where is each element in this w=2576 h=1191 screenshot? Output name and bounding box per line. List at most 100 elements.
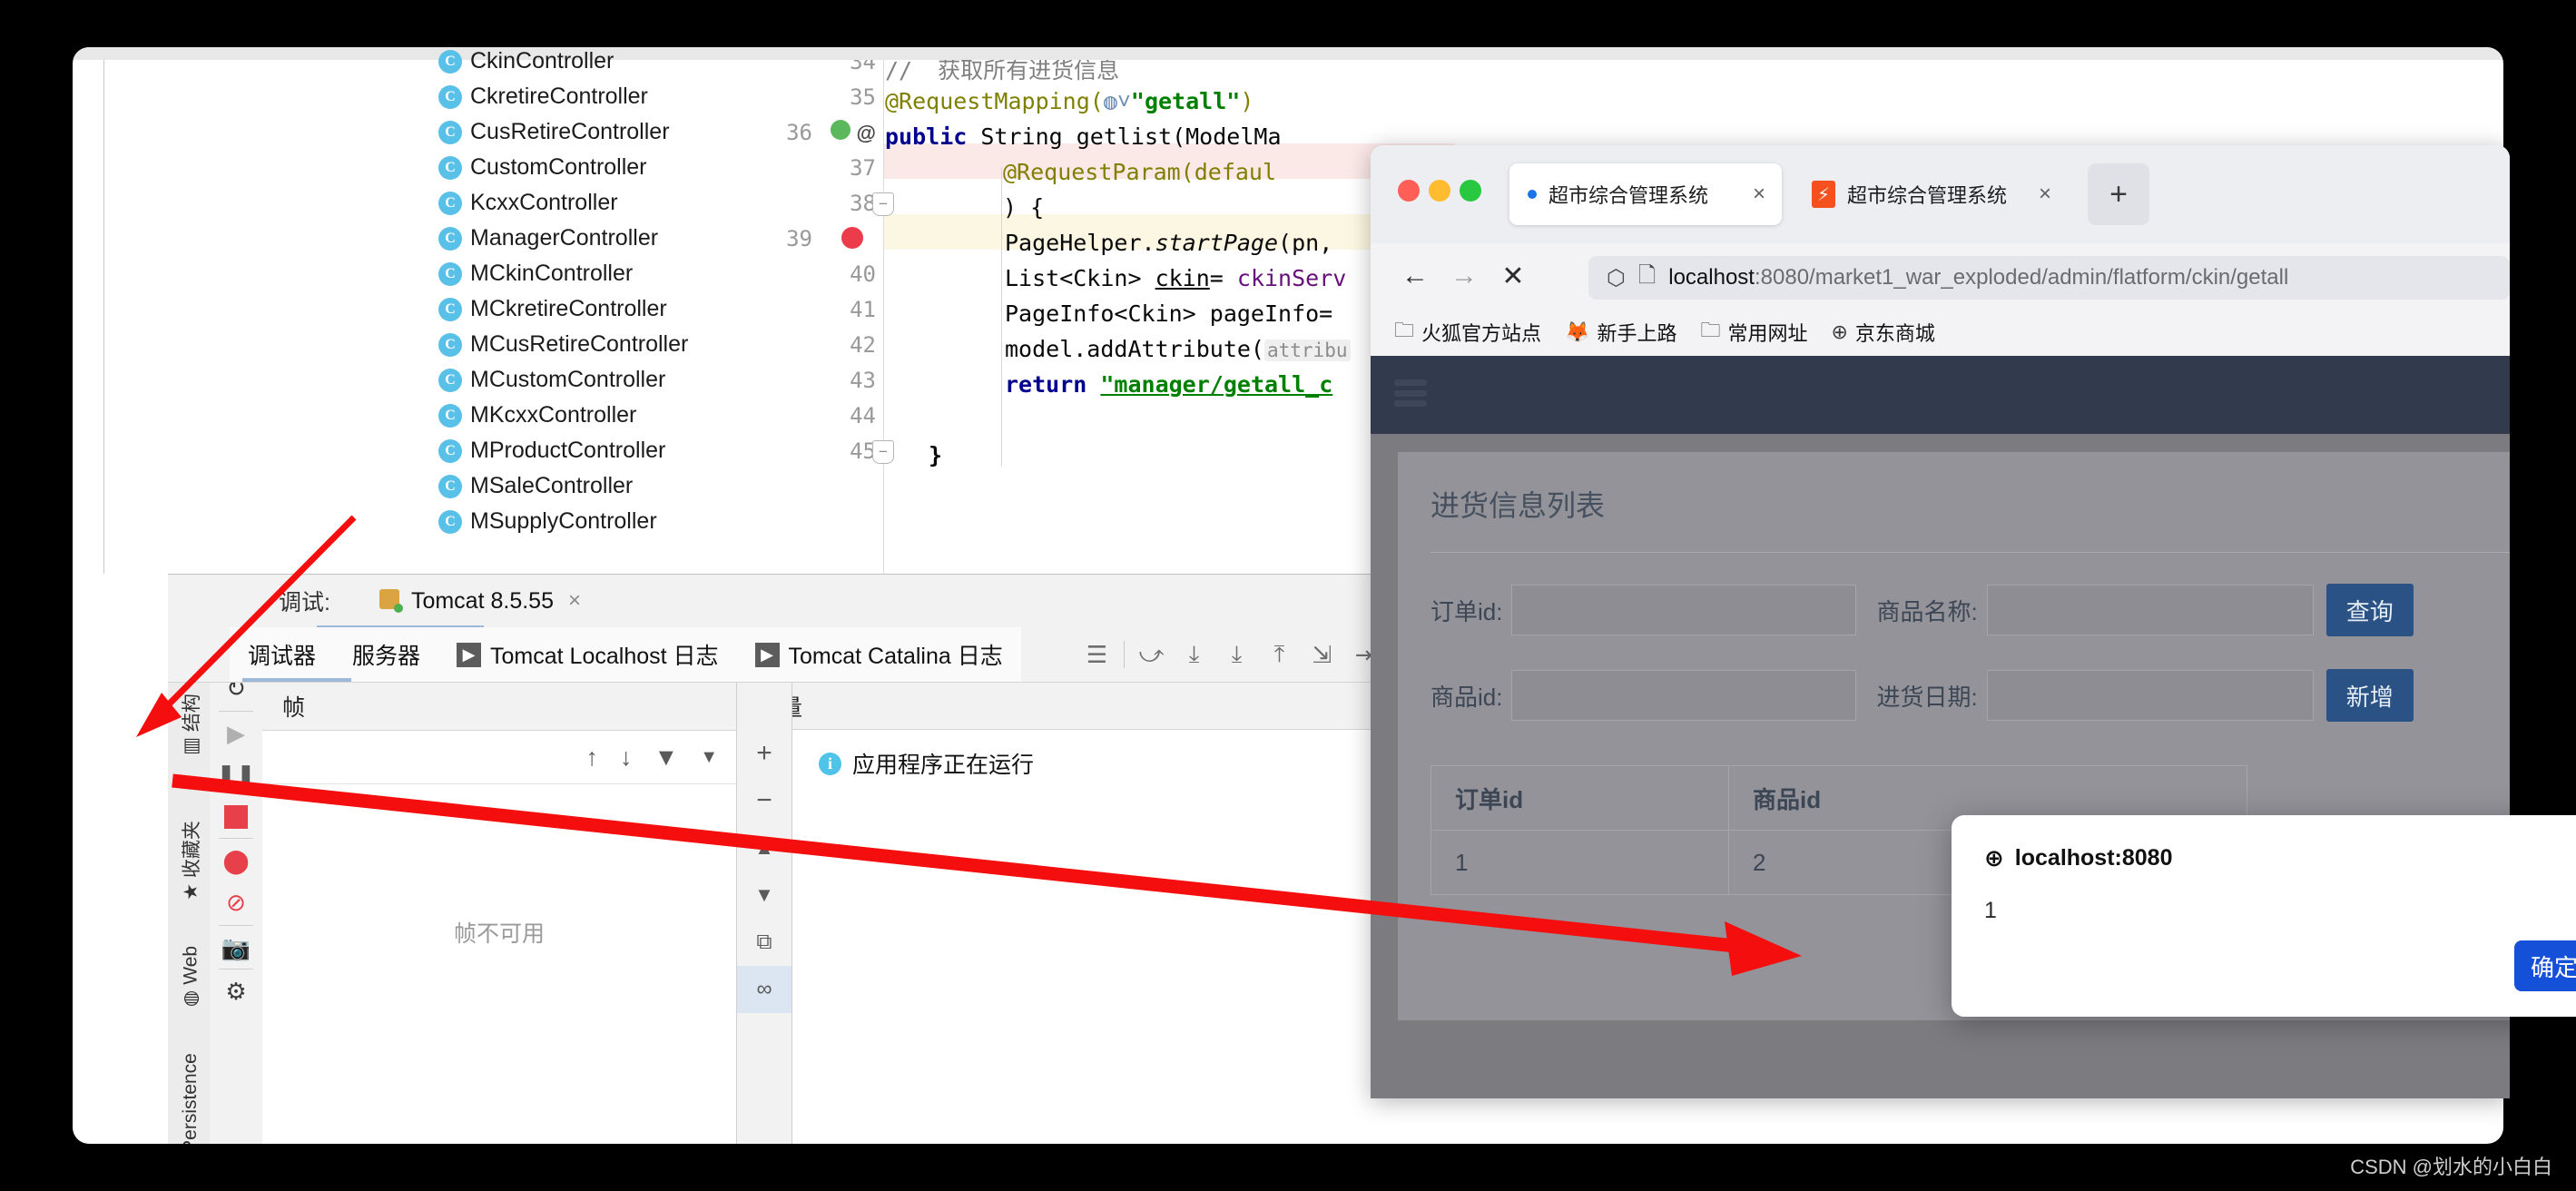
drop-frame-icon[interactable]: ⇲: [1301, 627, 1343, 682]
force-step-into-icon[interactable]: ⤓: [1215, 627, 1258, 682]
back-icon[interactable]: ←: [1391, 251, 1440, 300]
url-text: localhost:8080/market1_war_exploded/admi…: [1668, 265, 2288, 290]
bookmark-jd-mall[interactable]: ⊕ 京东商城: [1824, 318, 1942, 347]
tree-item[interactable]: C CkinController: [104, 47, 765, 79]
url-bar[interactable]: ⬡ 🗋 localhost:8080/market1_war_exploded/…: [1588, 256, 2510, 300]
tree-item[interactable]: C MCustomController: [104, 362, 765, 398]
plus-icon[interactable]: +: [737, 730, 791, 777]
confirm-button[interactable]: 确定: [2514, 940, 2576, 991]
tree-item[interactable]: C MSupplyController: [104, 504, 765, 539]
line-number: 40: [850, 261, 876, 287]
new-tab-button[interactable]: +: [2088, 163, 2149, 225]
class-icon: C: [438, 191, 462, 215]
editor-gutter[interactable]: 34 35 36 @ 37 38 39 40 41 42 43 44 45: [765, 60, 884, 574]
startpage-args: (pn,: [1278, 230, 1333, 256]
pause-icon[interactable]: ❚❚: [210, 754, 262, 796]
tree-item[interactable]: C MSaleController: [104, 468, 765, 504]
code-fold-toggle[interactable]: −: [872, 192, 894, 216]
mute-breakpoints-icon[interactable]: ⊘: [210, 881, 262, 923]
filter-icon[interactable]: ▼: [654, 743, 678, 772]
tab-tomcat-localhost-log[interactable]: ▶ Tomcat Localhost 日志: [438, 627, 737, 682]
rail-tab-favorites[interactable]: ★ 收藏夹: [177, 811, 204, 910]
settings-gear-icon[interactable]: ⚙: [210, 970, 262, 1012]
code-fold-toggle[interactable]: −: [872, 440, 894, 464]
product-name-input[interactable]: [1986, 585, 2314, 635]
chevron-up-icon[interactable]: ▲: [737, 824, 791, 871]
firefox-icon: 🦊: [1565, 320, 1590, 343]
breakpoints-icon[interactable]: ⬤: [210, 840, 262, 881]
tree-item[interactable]: C KcxxController: [104, 185, 765, 221]
tree-item[interactable]: C MCkretireController: [104, 291, 765, 327]
filter-row-2: 商品id: 进货日期: 新增: [1431, 669, 2510, 722]
step-into-icon[interactable]: ⤓: [1173, 627, 1215, 682]
breakpoint-icon[interactable]: [841, 227, 863, 254]
debug-session-name: Tomcat 8.5.55: [410, 587, 554, 614]
tree-item[interactable]: C MProductController: [104, 433, 765, 468]
browser-tab-active[interactable]: 超市综合管理系统 ×: [1509, 163, 1782, 225]
bookmark-getting-started[interactable]: 🦊 新手上路: [1558, 318, 1684, 347]
run-icon: ▶: [754, 642, 780, 667]
menu-icon[interactable]: ☰: [1076, 627, 1118, 682]
tab-tomcat-catalina-log[interactable]: ▶ Tomcat Catalina 日志: [737, 627, 1021, 682]
browser-tab-inactive[interactable]: ⚡ 超市综合管理系统 ×: [1795, 163, 2068, 225]
stop-icon[interactable]: [210, 796, 262, 838]
web-icon[interactable]: ◍˅: [1104, 88, 1131, 114]
code-line-41: PageInfo<Ckin> pageInfo=: [1005, 300, 1332, 327]
line-number: 41: [850, 297, 876, 322]
forward-icon[interactable]: →: [1440, 251, 1489, 300]
tree-item[interactable]: C ManagerController: [104, 221, 765, 256]
close-icon[interactable]: ×: [1753, 182, 1765, 207]
list-decl: List<Ckin>: [1005, 265, 1155, 291]
method-annotation-icon[interactable]: @: [831, 120, 876, 145]
stop-icon[interactable]: ✕: [1489, 251, 1538, 300]
order-id-input[interactable]: [1511, 585, 1857, 635]
camera-icon[interactable]: 📷: [210, 927, 262, 969]
purchase-date-input[interactable]: [1986, 670, 2314, 721]
bookmark-common-sites[interactable]: 🗀 常用网址: [1693, 315, 1814, 349]
chevron-down-icon[interactable]: ▼: [700, 747, 718, 768]
resume-icon[interactable]: ▶: [210, 713, 262, 754]
tree-item-label: MProductController: [470, 438, 666, 463]
tree-item-label: CustomController: [470, 154, 647, 180]
chevron-down-icon[interactable]: ▼: [737, 871, 791, 919]
arrow-up-icon[interactable]: ↑: [585, 743, 598, 772]
shield-icon[interactable]: ⬡: [1607, 265, 1626, 291]
hamburger-icon[interactable]: [1394, 379, 1427, 407]
project-tree[interactable]: C CkinController C CkretireController C …: [103, 48, 766, 574]
product-id-input[interactable]: [1511, 670, 1857, 721]
tab-debugger[interactable]: 调试器: [230, 627, 334, 682]
rail-tab-persistence[interactable]: Persistence: [180, 1030, 202, 1144]
rail-tab-structure[interactable]: ▥ 结构: [177, 674, 204, 774]
step-over-icon[interactable]: ⤻: [1130, 627, 1173, 682]
tree-item[interactable]: C MCusRetireController: [104, 327, 765, 362]
tab-server[interactable]: 服务器: [334, 627, 438, 682]
debug-session-tab[interactable]: Tomcat 8.5.55 ×: [369, 575, 592, 627]
browser-tab-strip: 超市综合管理系统 × ⚡ 超市综合管理系统 × +: [1371, 145, 2510, 243]
minus-icon[interactable]: −: [737, 777, 791, 824]
page-icon[interactable]: 🗋: [1638, 260, 1656, 297]
close-icon[interactable]: ×: [2039, 182, 2051, 207]
keyword-return: return: [1005, 371, 1087, 398]
debug-sub-tabs: 调试器 服务器 ▶ Tomcat Localhost 日志 ▶ Tomcat Cat…: [230, 627, 1021, 682]
copy-icon[interactable]: ⧉: [737, 919, 791, 966]
window-zoom-button[interactable]: [1460, 180, 1481, 202]
tree-item-label: MCkinController: [470, 261, 634, 286]
watches-toggle-icon[interactable]: ∞: [737, 966, 791, 1013]
close-icon[interactable]: ×: [568, 588, 581, 614]
tree-item[interactable]: C MCkinController: [104, 256, 765, 291]
code-editor[interactable]: 34 35 36 @ 37 38 39 40 41 42 43 44 45 − …: [765, 60, 1455, 574]
arrow-down-icon[interactable]: ↓: [620, 743, 633, 772]
rail-tab-web[interactable]: ◍ Web: [180, 927, 202, 1027]
search-button[interactable]: 查询: [2325, 584, 2414, 636]
window-minimize-button[interactable]: [1429, 180, 1450, 202]
tree-item-label: MSupplyController: [470, 508, 657, 534]
add-button[interactable]: 新增: [2325, 669, 2414, 722]
window-close-button[interactable]: [1398, 180, 1420, 202]
bookmark-firefox-official[interactable]: 🗀 火狐官方站点: [1387, 315, 1549, 349]
step-out-icon[interactable]: ⤒: [1258, 627, 1301, 682]
tree-item[interactable]: C CustomController: [104, 150, 765, 185]
class-icon: C: [438, 403, 462, 428]
tree-item[interactable]: C MKcxxController: [104, 398, 765, 433]
tree-item[interactable]: C CkretireController: [104, 79, 765, 114]
tree-item[interactable]: C CusRetireController: [104, 114, 765, 150]
